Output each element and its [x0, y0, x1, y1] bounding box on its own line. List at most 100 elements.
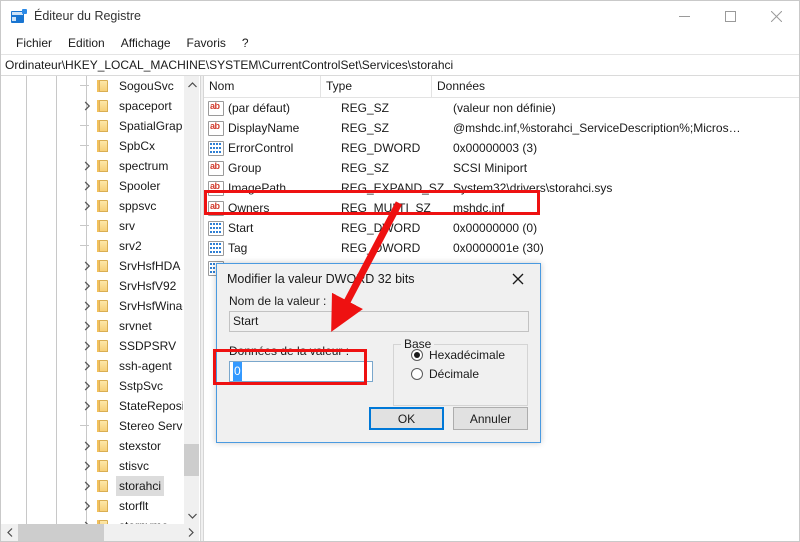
- tree-elbow-line: [80, 116, 95, 136]
- folder-icon: [95, 479, 111, 493]
- value-type-cell: REG_DWORD: [341, 141, 421, 155]
- table-row[interactable]: DisplayName REG_SZ @mshdc.inf,%storahci_Se…: [204, 118, 799, 138]
- chevron-right-icon[interactable]: [80, 456, 95, 476]
- tree-item-storahci[interactable]: storahci: [1, 476, 183, 496]
- dialog-title: Modifier la valeur DWORD 32 bits: [227, 272, 415, 286]
- menu-item-favoris[interactable]: Favoris: [179, 33, 234, 54]
- chevron-right-icon[interactable]: [80, 356, 95, 376]
- menu-item-aide[interactable]: ?: [234, 33, 257, 54]
- tree-item-ssh-agent[interactable]: ssh-agent: [1, 356, 183, 376]
- dialog-close-icon[interactable]: [496, 264, 540, 293]
- folder-icon: [95, 299, 111, 313]
- tree-item-stereo-service[interactable]: Stereo Service: [1, 416, 183, 436]
- tree-item-stexstor[interactable]: stexstor: [1, 436, 183, 456]
- chevron-right-icon[interactable]: [80, 516, 95, 524]
- maximize-icon[interactable]: [707, 1, 753, 32]
- table-row[interactable]: Owners REG_MULTI_SZ mshdc.inf: [204, 198, 799, 218]
- value-data-cell: SCSI Miniport: [453, 161, 528, 175]
- tree-item-spooler[interactable]: Spooler: [1, 176, 183, 196]
- tree-item-storflt[interactable]: storflt: [1, 496, 183, 516]
- tree-item-srvnet[interactable]: srvnet: [1, 316, 183, 336]
- chevron-right-icon[interactable]: [80, 316, 95, 336]
- address-bar[interactable]: Ordinateur\HKEY_LOCAL_MACHINE\SYSTEM\Cur…: [1, 54, 799, 76]
- value-data-group: Données de la valeur : 0: [229, 344, 381, 406]
- column-header-nom[interactable]: Nom: [204, 76, 321, 97]
- chevron-right-icon[interactable]: [80, 156, 95, 176]
- table-row[interactable]: (par défaut) REG_SZ (valeur non définie): [204, 98, 799, 118]
- chevron-right-icon[interactable]: [80, 496, 95, 516]
- tree-item-sppsvc[interactable]: sppsvc: [1, 196, 183, 216]
- chevron-right-icon[interactable]: [80, 376, 95, 396]
- tree-item-label: StateRepositor: [119, 399, 183, 413]
- tree-item-spectrum[interactable]: spectrum: [1, 156, 183, 176]
- chevron-right-icon[interactable]: [80, 196, 95, 216]
- title-bar: Éditeur du Registre: [1, 1, 799, 32]
- tree-vertical-scroll-thumb[interactable]: [184, 444, 199, 476]
- tree-item-sstpsvc[interactable]: SstpSvc: [1, 376, 183, 396]
- menu-item-affichage[interactable]: Affichage: [113, 33, 179, 54]
- chevron-right-icon[interactable]: [80, 336, 95, 356]
- dialog-buttons: OK Annuler: [369, 407, 528, 430]
- value-name-cell: ImagePath: [228, 181, 287, 195]
- value-name-input[interactable]: Start: [229, 311, 529, 332]
- minimize-icon[interactable]: [661, 1, 707, 32]
- tree-item-srv[interactable]: srv: [1, 216, 183, 236]
- registry-values-list: (par défaut) REG_SZ (valeur non définie) Di…: [204, 98, 799, 278]
- tree-item-spaceport[interactable]: spaceport: [1, 96, 183, 116]
- value-data-input[interactable]: 0: [229, 361, 373, 382]
- string-value-icon: [208, 200, 224, 216]
- value-data-cell: (valeur non définie): [453, 101, 556, 115]
- close-icon[interactable]: [753, 1, 799, 32]
- chevron-right-icon[interactable]: [80, 256, 95, 276]
- folder-icon: [95, 139, 111, 153]
- scroll-up-icon[interactable]: [184, 76, 199, 93]
- tree-vertical-scrollbar[interactable]: [183, 76, 199, 524]
- chevron-right-icon[interactable]: [80, 96, 95, 116]
- radio-decimale[interactable]: Décimale: [411, 364, 527, 383]
- chevron-right-icon[interactable]: [80, 276, 95, 296]
- tree-item-spbcx[interactable]: SpbCx: [1, 136, 183, 156]
- value-name-cell: ErrorControl: [228, 141, 294, 155]
- chevron-right-icon[interactable]: [80, 176, 95, 196]
- tree-item-spatialgraphfi[interactable]: SpatialGraphFi: [1, 116, 183, 136]
- tree-horizontal-scroll-thumb[interactable]: [18, 524, 104, 541]
- menu-item-fichier[interactable]: Fichier: [8, 33, 60, 54]
- tree-item-srvhsfwinac[interactable]: SrvHsfWinac: [1, 296, 183, 316]
- table-row[interactable]: ImagePath REG_EXPAND_SZ System32\drivers\s…: [204, 178, 799, 198]
- column-header-donnees[interactable]: Données: [432, 76, 799, 97]
- chevron-right-icon[interactable]: [80, 296, 95, 316]
- scroll-down-icon[interactable]: [184, 507, 199, 524]
- value-data-label: Données de la valeur :: [229, 344, 350, 358]
- tree-item-srvhsfhda[interactable]: SrvHsfHDA: [1, 256, 183, 276]
- ok-button[interactable]: OK: [369, 407, 444, 430]
- tree-item-label: storflt: [119, 499, 149, 513]
- tree-item-label: sppsvc: [119, 199, 157, 213]
- scroll-right-icon[interactable]: [182, 524, 199, 541]
- tree-horizontal-scrollbar[interactable]: [1, 524, 199, 541]
- chevron-right-icon[interactable]: [80, 436, 95, 456]
- tree-elbow-line: [80, 236, 95, 256]
- tree-item-ssdpsrv[interactable]: SSDPSRV: [1, 336, 183, 356]
- table-row[interactable]: Start REG_DWORD 0x00000000 (0): [204, 218, 799, 238]
- value-name-cell: (par défaut): [228, 101, 291, 115]
- tree-item-stisvc[interactable]: stisvc: [1, 456, 183, 476]
- tree-item-stornvme[interactable]: stornvme: [1, 516, 183, 524]
- value-data-and-base-row: Données de la valeur : 0 Base Hexadécima…: [229, 337, 528, 406]
- table-row[interactable]: Tag REG_DWORD 0x0000001e (30): [204, 238, 799, 258]
- chevron-right-icon[interactable]: [80, 476, 95, 496]
- cancel-button[interactable]: Annuler: [453, 407, 528, 430]
- column-header-type[interactable]: Type: [321, 76, 432, 97]
- string-value-icon: [208, 120, 224, 136]
- table-row[interactable]: Group REG_SZ SCSI Miniport: [204, 158, 799, 178]
- tree-item-sogousvc[interactable]: SogouSvc: [1, 76, 183, 96]
- scroll-left-icon[interactable]: [1, 524, 18, 541]
- tree-item-label: SstpSvc: [119, 379, 164, 393]
- chevron-right-icon[interactable]: [80, 396, 95, 416]
- tree-item-srvhsfv92[interactable]: SrvHsfV92: [1, 276, 183, 296]
- menu-item-edition[interactable]: Edition: [60, 33, 113, 54]
- value-data-cell: 0x00000003 (3): [453, 141, 538, 155]
- folder-icon: [95, 259, 111, 273]
- tree-item-srv2[interactable]: srv2: [1, 236, 183, 256]
- table-row[interactable]: ErrorControl REG_DWORD 0x00000003 (3): [204, 138, 799, 158]
- tree-item-staterepositor[interactable]: StateRepositor: [1, 396, 183, 416]
